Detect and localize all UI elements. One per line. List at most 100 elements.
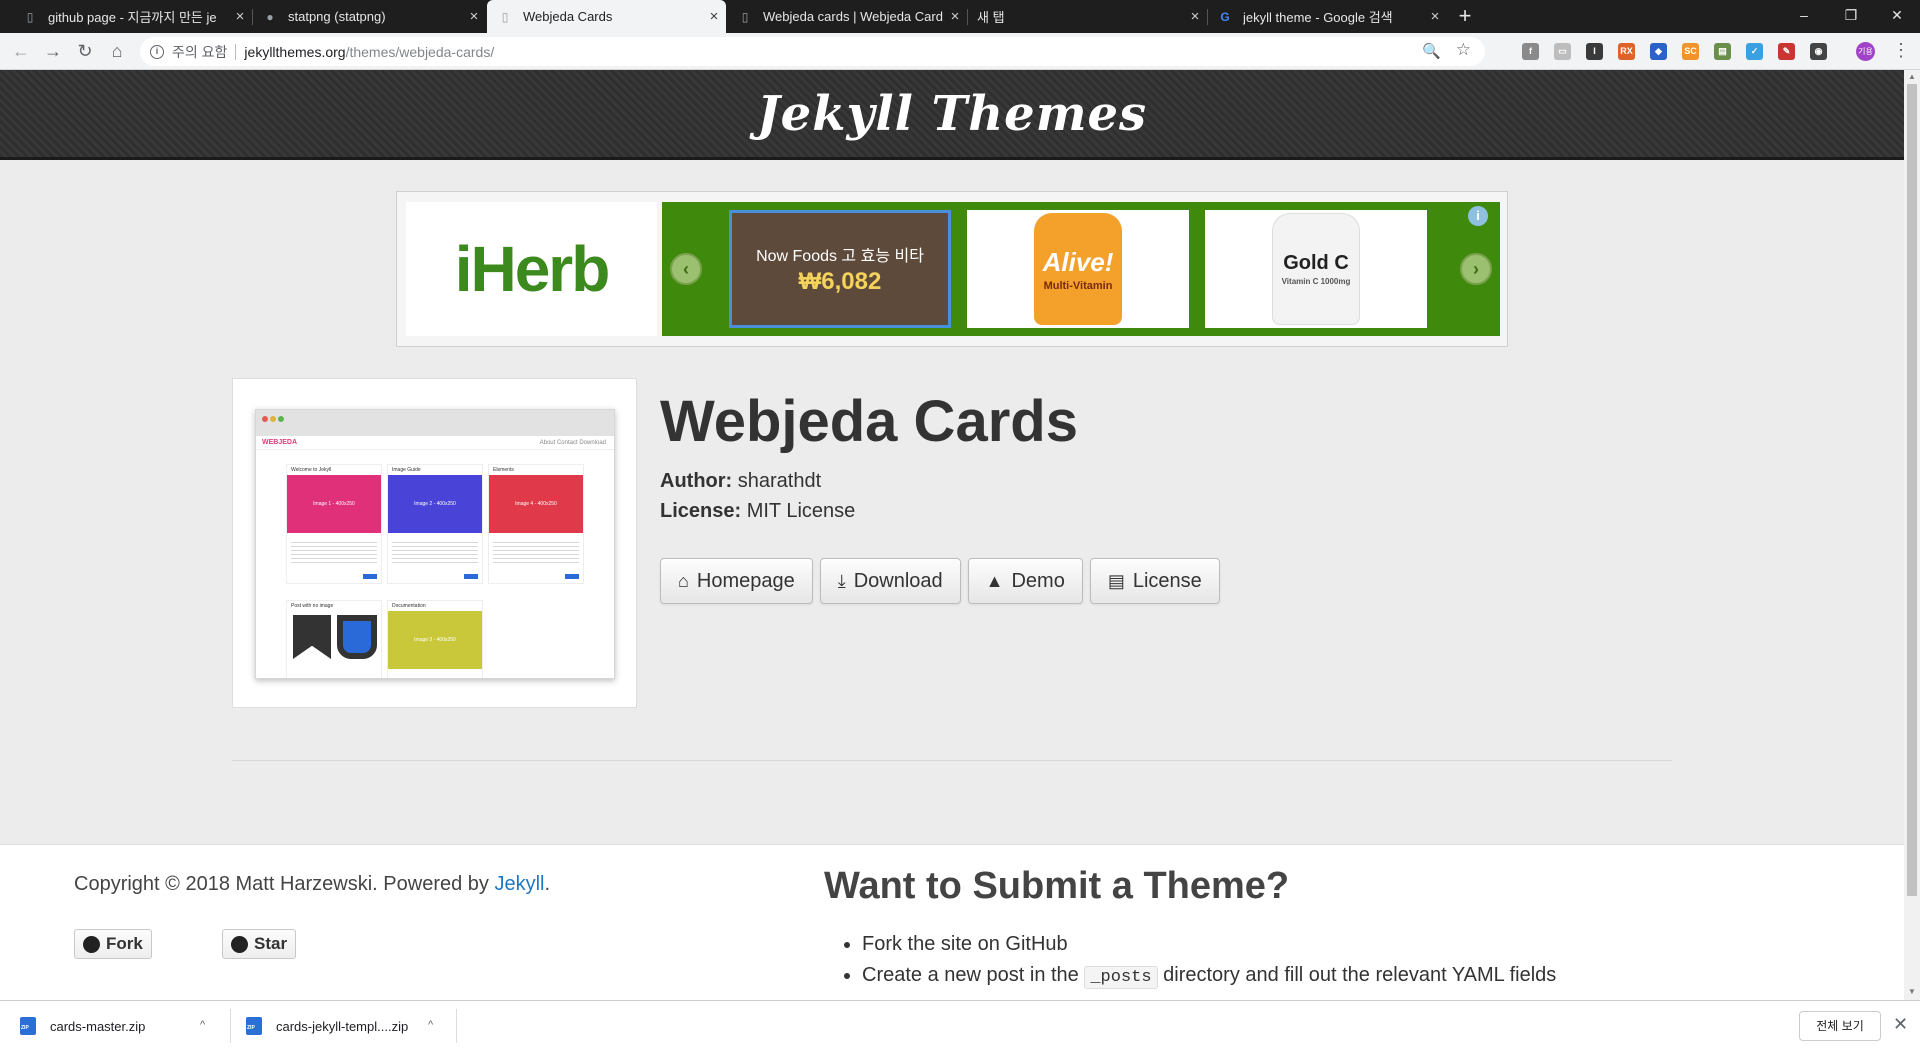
ad-carousel: ‹ Now Foods 고 효능 비타 ₩6,082 Alive! Multi-… (662, 202, 1500, 336)
bottle-sublabel: Vitamin C 1000mg (1281, 277, 1351, 286)
ext-1-icon[interactable]: f (1522, 43, 1539, 60)
close-icon[interactable]: × (1423, 8, 1447, 25)
url-path: /themes/webjeda-cards/ (345, 43, 495, 60)
ext-2-icon[interactable]: ▭ (1554, 43, 1571, 60)
new-tab-button[interactable]: + (1452, 3, 1478, 29)
theme-preview-card[interactable]: WEBJEDA About Contact Download Welcome t… (232, 378, 637, 708)
tab-title: Webjeda cards | Webjeda Cards (763, 9, 943, 24)
carousel-prev-icon[interactable]: ‹ (670, 253, 702, 285)
minimize-button[interactable]: – (1781, 0, 1827, 33)
github-icon (83, 935, 100, 953)
close-icon[interactable]: × (462, 8, 486, 25)
menu-icon[interactable]: ⋮ (1892, 40, 1910, 60)
preview-card-title: Elements (493, 467, 514, 473)
ad-brand: iHerb (454, 233, 611, 305)
license-value: MIT License (746, 500, 856, 522)
download-item-1[interactable]: cards-master.zip ^ (20, 1009, 220, 1043)
preview-card-3: Elements Image 4 - 400x250 (488, 464, 584, 584)
license-label: License: (660, 500, 742, 522)
page-title: Webjeda Cards (660, 389, 1078, 454)
theme-screenshot: WEBJEDA About Contact Download Welcome t… (255, 409, 615, 679)
forward-button[interactable]: → (39, 37, 67, 65)
document-icon: ▯ (741, 9, 749, 24)
tab-github-page[interactable]: ▯ github page - 지금까지 만든 je × (12, 0, 253, 33)
security-warning[interactable]: 주의 요함 (172, 42, 227, 62)
site-footer: Copyright © 2018 Matt Harzewski. Powered… (0, 844, 1904, 1000)
iherb-logo[interactable]: iHerb (406, 202, 657, 336)
ad-product-name: Now Foods 고 효능 비타 (756, 248, 924, 265)
bookmark-star-icon[interactable]: ☆ (1456, 40, 1471, 60)
preview-card-image: Image 4 - 400x250 (489, 475, 583, 533)
ad-banner[interactable]: iHerb ‹ Now Foods 고 효능 비타 ₩6,082 Alive! … (396, 191, 1508, 347)
star-label: Star (254, 934, 288, 953)
tab-title: 새 탭 (977, 10, 1005, 25)
bottle-sublabel: Multi-Vitamin (1043, 279, 1113, 292)
carousel-next-icon[interactable]: › (1460, 253, 1492, 285)
tab-title: github page - 지금까지 만든 je (48, 10, 217, 25)
close-icon[interactable]: × (1183, 8, 1207, 25)
chevron-up-icon[interactable]: ^ (200, 1019, 205, 1031)
demo-button[interactable]: ▲ Demo (967, 558, 1083, 604)
ext-5-icon[interactable]: ◆ (1650, 43, 1667, 60)
homepage-button[interactable]: ⌂ Homepage (660, 558, 813, 604)
tab-webjeda-cards[interactable]: ▯ Webjeda Cards × (487, 0, 726, 33)
github-icon (231, 935, 248, 953)
chevron-up-icon[interactable]: ^ (428, 1019, 433, 1031)
tab-new-tab[interactable]: 새 탭 × (967, 0, 1208, 33)
tab-webjeda-cards-demo[interactable]: ▯ Webjeda cards | Webjeda Cards × (727, 0, 968, 33)
license-line: License: MIT License (660, 500, 855, 523)
list-item: Create a new post in the _posts director… (862, 964, 1556, 989)
github-fork-button[interactable]: Fork (74, 929, 152, 959)
document-icon: ▯ (26, 9, 34, 24)
ext-10-icon[interactable]: ◉ (1810, 43, 1827, 60)
github-star-button[interactable]: Star (222, 929, 297, 959)
download-item-2[interactable]: cards-jekyll-templ....zip ^ (246, 1009, 446, 1043)
scroll-thumb[interactable] (1907, 84, 1917, 896)
ad-product-1[interactable]: Now Foods 고 효능 비타 ₩6,082 (729, 210, 951, 328)
tab-google-search[interactable]: G jekyll theme - Google 검색 × (1207, 0, 1447, 33)
close-icon[interactable]: × (943, 8, 967, 25)
preview-card-2: Image Guide Image 2 - 400x250 (387, 464, 483, 584)
download-filename: cards-master.zip (50, 1018, 146, 1034)
scroll-down-icon[interactable]: ▼ (1907, 986, 1917, 998)
home-button[interactable]: ⌂ (103, 37, 131, 65)
ext-6-icon[interactable]: SC (1682, 43, 1699, 60)
close-icon[interactable]: × (702, 8, 726, 25)
back-button[interactable]: ← (7, 37, 35, 65)
close-icon[interactable]: ✕ (1893, 1014, 1908, 1035)
site-logo[interactable]: Jekyll Themes (757, 86, 1147, 142)
address-bar[interactable]: i 주의 요함 jekyllthemes.org /themes/webjeda… (140, 37, 1485, 66)
download-button[interactable]: ⤓ Download (819, 558, 961, 604)
page-scrollbar[interactable]: ▲ ▼ (1904, 70, 1920, 1000)
ad-info-icon[interactable]: i (1468, 206, 1488, 226)
step-text: Create a new post in the (862, 964, 1079, 986)
tab-statpng[interactable]: ● statpng (statpng) × (252, 0, 486, 33)
preview-card-title: Documentation (392, 603, 426, 609)
close-icon[interactable]: × (228, 8, 252, 25)
ad-product-2[interactable]: Alive! Multi-Vitamin (967, 210, 1189, 328)
ad-product-3[interactable]: Gold C Vitamin C 1000mg (1205, 210, 1427, 328)
ext-9-icon[interactable]: ✎ (1778, 43, 1795, 60)
ext-8-icon[interactable]: ✓ (1746, 43, 1763, 60)
restore-button[interactable]: ❐ (1828, 0, 1874, 33)
ext-7-icon[interactable]: ▤ (1714, 43, 1731, 60)
license-button[interactable]: ▤ License (1089, 558, 1220, 604)
download-shelf: cards-master.zip ^ cards-jekyll-templ...… (0, 1000, 1920, 1050)
zip-file-icon (246, 1017, 262, 1035)
window-close-button[interactable]: ✕ (1874, 0, 1920, 33)
document-icon: ▯ (501, 9, 509, 24)
preview-card-image: Image 1 - 400x250 (287, 475, 381, 533)
jekyll-link[interactable]: Jekyll (494, 873, 544, 895)
period: . (544, 873, 551, 895)
scroll-up-icon[interactable]: ▲ (1907, 71, 1917, 83)
profile-avatar[interactable]: 기용 (1856, 42, 1875, 61)
reload-button[interactable]: ↻ (71, 37, 99, 65)
preview-nav: About Contact Download (539, 440, 606, 446)
info-icon[interactable]: i (150, 44, 164, 59)
homepage-label: Homepage (696, 569, 795, 592)
ext-4-icon[interactable]: RX (1618, 43, 1635, 60)
ext-3-icon[interactable]: I (1586, 43, 1603, 60)
list-item: Fork the site on GitHub (862, 933, 1556, 956)
show-all-downloads-button[interactable]: 전체 보기 (1799, 1011, 1881, 1041)
zoom-icon[interactable]: 🔍 (1422, 42, 1441, 60)
